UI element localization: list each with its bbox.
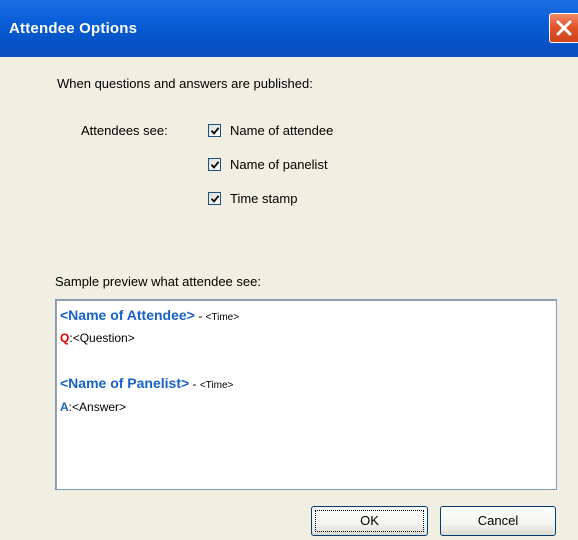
cancel-button[interactable]: Cancel xyxy=(440,506,556,536)
preview-attendee-name: <Name of Attendee> xyxy=(60,307,195,323)
checkmark-icon xyxy=(210,161,220,169)
time-stamp-checkbox[interactable] xyxy=(208,192,221,205)
preview-label: Sample preview what attendee see: xyxy=(55,274,261,289)
name-of-panelist-label: Name of panelist xyxy=(230,157,328,172)
checkmark-icon xyxy=(210,195,220,203)
time-stamp-label: Time stamp xyxy=(230,191,298,206)
checkmark-icon xyxy=(210,127,220,135)
cancel-button-label: Cancel xyxy=(477,513,519,528)
preview-a-letter: A xyxy=(60,400,69,414)
preview-attendee-line: <Name of Attendee> - <Time> xyxy=(60,307,239,323)
ok-button[interactable]: OK xyxy=(311,506,428,536)
attendee-options-dialog: Attendee Options When questions and answ… xyxy=(0,0,578,540)
preview-time: <Time> xyxy=(205,312,240,323)
intro-text: When questions and answers are published… xyxy=(57,76,313,91)
preview-time: <Time> xyxy=(199,380,234,391)
preview-panelist-line: <Name of Panelist> - <Time> xyxy=(60,375,233,391)
preview-answer-line: A:<Answer> xyxy=(60,400,126,414)
close-icon xyxy=(556,20,572,36)
preview-question: <Question> xyxy=(72,331,135,345)
preview-answer: <Answer> xyxy=(72,400,127,414)
preview-separator: - xyxy=(194,309,206,323)
title-bar[interactable]: Attendee Options xyxy=(0,0,578,57)
preview-question-line: Q:<Question> xyxy=(60,331,135,345)
preview-q-letter: Q xyxy=(60,331,70,345)
preview-panelist-name: <Name of Panelist> xyxy=(60,375,190,391)
sample-preview-box[interactable]: <Name of Attendee> - <Time> Q:<Question>… xyxy=(55,299,557,490)
close-button[interactable] xyxy=(549,13,578,43)
name-of-attendee-label: Name of attendee xyxy=(230,123,334,138)
focus-ring xyxy=(315,510,424,532)
attendees-see-label: Attendees see: xyxy=(81,123,168,138)
window-title: Attendee Options xyxy=(9,20,138,37)
name-of-panelist-checkbox[interactable] xyxy=(208,158,221,171)
preview-separator: - xyxy=(189,377,200,391)
name-of-attendee-checkbox[interactable] xyxy=(208,124,221,137)
